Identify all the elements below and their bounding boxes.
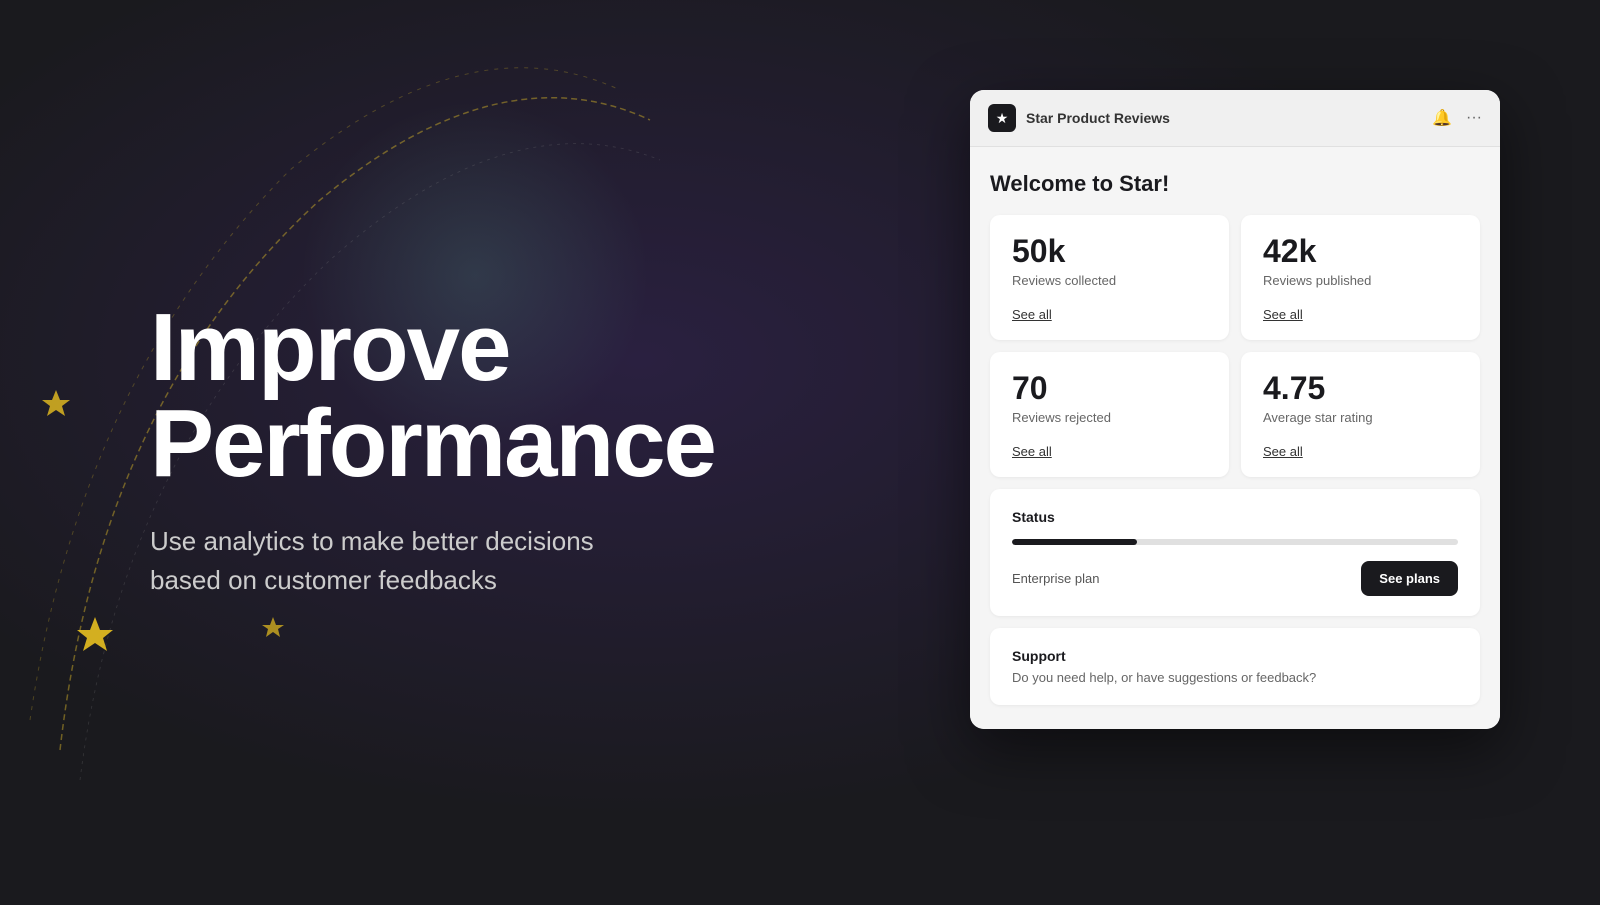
- welcome-title: Welcome to Star!: [990, 171, 1480, 197]
- plan-label: Enterprise plan: [1012, 571, 1099, 586]
- heading-line2: Performance: [150, 390, 715, 497]
- stats-grid: 50k Reviews collected See all 42k Review…: [990, 215, 1480, 477]
- progress-bar-fill: [1012, 539, 1137, 545]
- stat-label-reviews-published: Reviews published: [1263, 273, 1458, 288]
- see-all-link-rejected[interactable]: See all: [1012, 444, 1052, 459]
- support-title: Support: [1012, 648, 1458, 664]
- stat-value-reviews-rejected: 70: [1012, 372, 1207, 404]
- stat-label-avg-rating: Average star rating: [1263, 410, 1458, 425]
- progress-bar-background: [1012, 539, 1458, 545]
- status-card: Status Enterprise plan See plans: [990, 489, 1480, 616]
- see-all-link-published[interactable]: See all: [1263, 307, 1303, 322]
- star-icon: ★: [996, 110, 1009, 127]
- support-card: Support Do you need help, or have sugges…: [990, 628, 1480, 705]
- stat-card-reviews-collected: 50k Reviews collected See all: [990, 215, 1229, 340]
- sub-heading: Use analytics to make better decisions b…: [150, 522, 650, 600]
- bell-icon[interactable]: 🔔: [1432, 108, 1452, 128]
- panel-content: Welcome to Star! 50k Reviews collected S…: [970, 147, 1500, 729]
- more-icon[interactable]: ···: [1466, 109, 1482, 127]
- see-all-link-collected[interactable]: See all: [1012, 307, 1052, 322]
- app-window: ★ Star Product Reviews 🔔 ··· Welcome to …: [970, 90, 1500, 729]
- stat-value-reviews-published: 42k: [1263, 235, 1458, 267]
- stat-card-reviews-rejected: 70 Reviews rejected See all: [990, 352, 1229, 477]
- app-icon: ★: [988, 104, 1016, 132]
- stat-value-avg-rating: 4.75: [1263, 372, 1458, 404]
- status-bottom: Enterprise plan See plans: [1012, 561, 1458, 596]
- heading-line1: Improve: [150, 294, 509, 401]
- left-content-area: Improve Performance Use analytics to mak…: [0, 0, 860, 900]
- stat-value-reviews-collected: 50k: [1012, 235, 1207, 267]
- see-plans-button[interactable]: See plans: [1361, 561, 1458, 596]
- stat-card-avg-rating: 4.75 Average star rating See all: [1241, 352, 1480, 477]
- app-title: Star Product Reviews: [1026, 110, 1170, 126]
- see-all-link-rating[interactable]: See all: [1263, 444, 1303, 459]
- title-bar: ★ Star Product Reviews 🔔 ···: [970, 90, 1500, 147]
- title-bar-actions: 🔔 ···: [1432, 108, 1482, 128]
- stat-label-reviews-collected: Reviews collected: [1012, 273, 1207, 288]
- stat-label-reviews-rejected: Reviews rejected: [1012, 410, 1207, 425]
- support-text: Do you need help, or have suggestions or…: [1012, 670, 1458, 685]
- title-bar-left: ★ Star Product Reviews: [988, 104, 1170, 132]
- stat-card-reviews-published: 42k Reviews published See all: [1241, 215, 1480, 340]
- status-title: Status: [1012, 509, 1458, 525]
- main-heading: Improve Performance: [150, 300, 860, 492]
